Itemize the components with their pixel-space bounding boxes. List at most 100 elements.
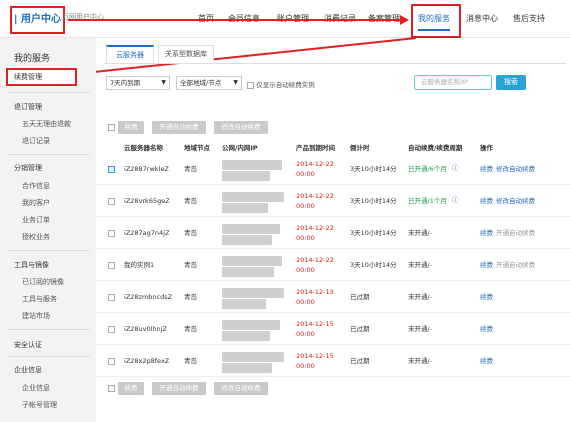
batch-renew-button-bottom[interactable]: 续费 bbox=[118, 382, 144, 395]
sidebar-item-tools-services[interactable]: 工具与服务 bbox=[22, 294, 57, 304]
column-header-actions: 操作 bbox=[480, 144, 493, 152]
ip-redacted bbox=[222, 288, 284, 298]
table-row: iZ2887rwkleZ 青岛 2014-12-22 00:00 3天10小时1… bbox=[96, 154, 570, 185]
column-header-expiry: 产品到期时间 bbox=[296, 144, 335, 152]
auto-renew-only-checkbox[interactable] bbox=[247, 81, 254, 89]
countdown: 3天10小时14分 bbox=[350, 261, 397, 269]
expiry-filter-select[interactable]: 7天内到期 ▼ bbox=[106, 76, 170, 90]
sidebar-item-enterprise-info[interactable]: 企业信息 bbox=[22, 383, 50, 393]
ip-redacted bbox=[222, 171, 270, 181]
modify-auto-renew-link[interactable]: 修改自动续费 bbox=[496, 165, 535, 174]
select-all-checkbox-bottom[interactable] bbox=[108, 385, 115, 392]
row-checkbox[interactable] bbox=[108, 198, 115, 205]
sidebar-item-five-day-refund[interactable]: 五天无理由退款 bbox=[22, 119, 71, 129]
sidebar-item-partner-info[interactable]: 合作信息 bbox=[22, 181, 50, 191]
user-center-logo[interactable]: | 用户中心 bbox=[10, 6, 65, 34]
enable-auto-renew-link[interactable]: 开通自动续费 bbox=[496, 229, 535, 238]
region-filter-value: 全部地域/节点 bbox=[180, 79, 222, 87]
expiry-date: 2014-12-22 bbox=[296, 192, 334, 200]
renew-link[interactable]: 续费 bbox=[480, 293, 493, 302]
tabs-divider bbox=[104, 63, 566, 64]
auto-renew-only-toggle[interactable]: 仅显示自动续费实例 bbox=[247, 79, 315, 89]
modify-auto-renew-link[interactable]: 修改自动续费 bbox=[496, 197, 535, 206]
expiry-time: 00:00 bbox=[296, 170, 315, 178]
auto-renew-status: 未开通/- bbox=[408, 293, 433, 301]
ip-redacted bbox=[222, 235, 272, 245]
row-checkbox[interactable] bbox=[108, 294, 115, 301]
server-name: iZ287ag7n4jZ bbox=[124, 229, 170, 237]
renew-link[interactable]: 续费 bbox=[480, 261, 493, 270]
nav-my-service[interactable]: 我的服务 bbox=[418, 13, 450, 31]
batch-modify-auto-renew-button-bottom[interactable]: 修改自动续费 bbox=[214, 382, 268, 395]
sidebar-item-subscribed-images[interactable]: 已订阅的镜像 bbox=[22, 277, 64, 287]
sidebar-item-sub-accounts[interactable]: 子帐号管理 bbox=[22, 400, 57, 410]
sidebar-item-site-market[interactable]: 建站市场 bbox=[22, 311, 50, 321]
ip-redacted bbox=[222, 331, 270, 341]
sidebar-section-security[interactable]: 安全认证 bbox=[14, 340, 42, 350]
row-checkbox[interactable] bbox=[108, 230, 115, 237]
renew-link[interactable]: 续费 bbox=[480, 229, 493, 238]
sidebar-section-enterprise[interactable]: 企业信息 bbox=[14, 365, 42, 375]
sidebar-section-tools[interactable]: 工具与镜像 bbox=[14, 260, 49, 270]
renew-link[interactable]: 续费 bbox=[480, 325, 493, 334]
search-input[interactable]: 云服务器名称/IP bbox=[414, 75, 492, 90]
sidebar-item-renewal[interactable]: 续费管理 bbox=[6, 68, 77, 86]
ip-redacted bbox=[222, 160, 282, 170]
column-header-name: 云服务器名称 bbox=[124, 144, 163, 152]
sidebar: 我的服务 退订管理 五天无理由退款 退订记录 分销管理 合作信息 我的客户 业务… bbox=[0, 38, 96, 422]
column-header-ip: 公网/内网IP bbox=[222, 144, 258, 152]
countdown: 3天10小时14分 bbox=[350, 197, 397, 205]
column-header-countdown: 倒计时 bbox=[350, 144, 370, 152]
nav-support[interactable]: 售后支持 bbox=[513, 13, 545, 24]
ip-redacted bbox=[222, 256, 282, 266]
expiry-time: 00:00 bbox=[296, 266, 315, 274]
auto-renew-status: 未开通/- bbox=[408, 229, 433, 237]
expiry-time: 00:00 bbox=[296, 330, 315, 338]
info-icon[interactable]: ⓘ bbox=[452, 196, 459, 205]
select-all-checkbox-top[interactable] bbox=[108, 124, 115, 131]
renew-link[interactable]: 续费 bbox=[480, 197, 493, 206]
search-button[interactable]: 搜索 bbox=[496, 75, 526, 90]
tab-database[interactable]: 关系型数据库 bbox=[158, 45, 214, 63]
expiry-time: 00:00 bbox=[296, 202, 315, 210]
sidebar-section-refund[interactable]: 退订管理 bbox=[14, 102, 42, 112]
table-row: iZ287ag7n4jZ 青岛 2014-12-22 00:00 3天10小时1… bbox=[96, 218, 570, 249]
sidebar-item-refund-records[interactable]: 退订记录 bbox=[22, 136, 50, 146]
sidebar-section-distribution[interactable]: 分销管理 bbox=[14, 163, 42, 173]
sidebar-item-orders[interactable]: 业务订单 bbox=[22, 215, 50, 225]
sidebar-item-authorized[interactable]: 授权业务 bbox=[22, 232, 50, 242]
region-filter-select[interactable]: 全部地域/节点 ▼ bbox=[176, 76, 242, 90]
nav-messages[interactable]: 消息中心 bbox=[466, 13, 498, 24]
sidebar-title: 我的服务 bbox=[14, 54, 51, 64]
row-checkbox[interactable] bbox=[108, 166, 115, 173]
tab-cloud-server[interactable]: 云服务器 bbox=[106, 45, 154, 63]
info-icon[interactable]: ⓘ bbox=[452, 164, 459, 173]
ip-redacted bbox=[222, 299, 266, 309]
batch-modify-auto-renew-button-top[interactable]: 修改自动续费 bbox=[214, 121, 268, 134]
row-checkbox[interactable] bbox=[108, 326, 115, 333]
countdown: 已过期 bbox=[350, 325, 370, 333]
expiry-time: 00:00 bbox=[296, 362, 315, 370]
divider bbox=[8, 92, 90, 93]
countdown: 已过期 bbox=[350, 293, 370, 301]
sidebar-item-my-customers[interactable]: 我的客户 bbox=[22, 198, 50, 208]
divider bbox=[8, 250, 90, 251]
countdown: 已过期 bbox=[350, 357, 370, 365]
row-checkbox[interactable] bbox=[108, 358, 115, 365]
batch-enable-auto-renew-button-bottom[interactable]: 开通自动续费 bbox=[152, 382, 206, 395]
row-checkbox[interactable] bbox=[108, 262, 115, 269]
batch-renew-button-top[interactable]: 续费 bbox=[118, 121, 144, 134]
region: 青岛 bbox=[184, 325, 197, 333]
batch-enable-auto-renew-button-top[interactable]: 开通自动续费 bbox=[152, 121, 206, 134]
auto-renew-status: 已开通/1个月 bbox=[408, 197, 447, 205]
enable-auto-renew-link[interactable]: 开通自动续费 bbox=[496, 261, 535, 270]
server-name: iZ2887rwkleZ bbox=[124, 165, 169, 173]
renew-link[interactable]: 续费 bbox=[480, 165, 493, 174]
table-row: 我的实例1 青岛 2014-12-22 00:00 3天10小时14分 未开通/… bbox=[96, 250, 570, 281]
annotation-arrowhead bbox=[400, 15, 409, 25]
ip-redacted bbox=[222, 320, 280, 330]
renew-link[interactable]: 续费 bbox=[480, 357, 493, 366]
ip-redacted bbox=[222, 203, 268, 213]
server-name: 我的实例1 bbox=[124, 261, 155, 269]
auto-renew-status: 未开通/- bbox=[408, 325, 433, 333]
